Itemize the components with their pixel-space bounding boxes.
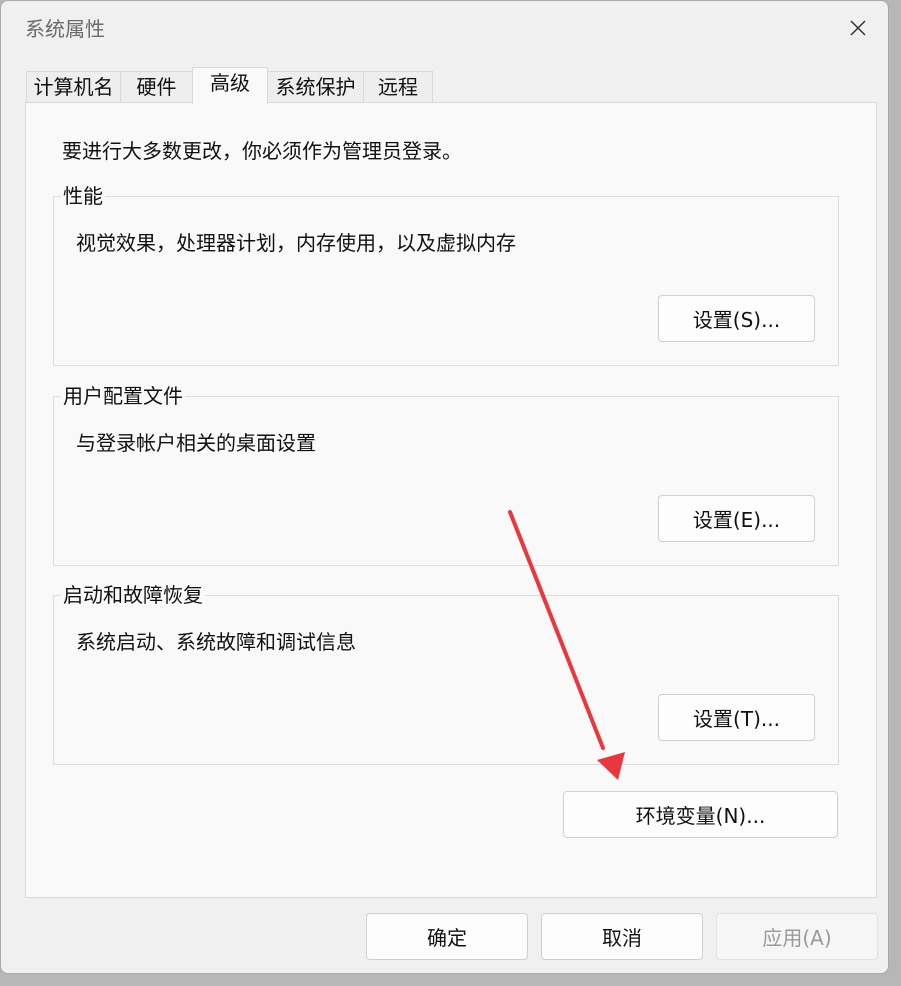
apply-button: 应用(A) (716, 913, 878, 960)
performance-settings-button[interactable]: 设置(S)... (658, 295, 815, 342)
group-title: 启动和故障恢复 (61, 582, 205, 608)
user-profiles-settings-button[interactable]: 设置(E)... (658, 495, 815, 542)
tab-remote[interactable]: 远程 (363, 71, 433, 103)
system-properties-dialog: 系统属性 计算机名 硬件 高级 系统保护 远程 要进行大多数更改，你必须作为管理… (0, 0, 889, 974)
startup-recovery-settings-button[interactable]: 设置(T)... (658, 694, 815, 741)
performance-group: 性能 视觉效果，处理器计划，内存使用，以及虚拟内存 设置(S)... (53, 183, 839, 366)
tab-advanced[interactable]: 高级 (192, 67, 268, 104)
ok-button[interactable]: 确定 (366, 913, 528, 960)
group-description: 与登录帐户相关的桌面设置 (76, 431, 316, 455)
cancel-button[interactable]: 取消 (541, 913, 703, 960)
admin-notice: 要进行大多数更改，你必须作为管理员登录。 (62, 139, 462, 163)
window-title: 系统属性 (25, 17, 105, 41)
close-icon (850, 20, 866, 36)
tab-hardware[interactable]: 硬件 (120, 71, 193, 103)
user-profiles-group: 用户配置文件 与登录帐户相关的桌面设置 设置(E)... (53, 383, 839, 566)
group-title: 性能 (61, 183, 105, 209)
close-button[interactable] (828, 1, 888, 55)
group-title: 用户配置文件 (61, 383, 185, 409)
tab-computer-name[interactable]: 计算机名 (26, 71, 121, 103)
environment-variables-button[interactable]: 环境变量(N)... (563, 791, 838, 838)
tab-system-protection[interactable]: 系统保护 (267, 71, 364, 103)
group-description: 视觉效果，处理器计划，内存使用，以及虚拟内存 (76, 231, 516, 255)
startup-recovery-group: 启动和故障恢复 系统启动、系统故障和调试信息 设置(T)... (53, 582, 839, 765)
title-bar: 系统属性 (1, 1, 888, 55)
group-description: 系统启动、系统故障和调试信息 (76, 630, 356, 654)
advanced-tab-panel: 要进行大多数更改，你必须作为管理员登录。 性能 视觉效果，处理器计划，内存使用，… (25, 102, 877, 898)
